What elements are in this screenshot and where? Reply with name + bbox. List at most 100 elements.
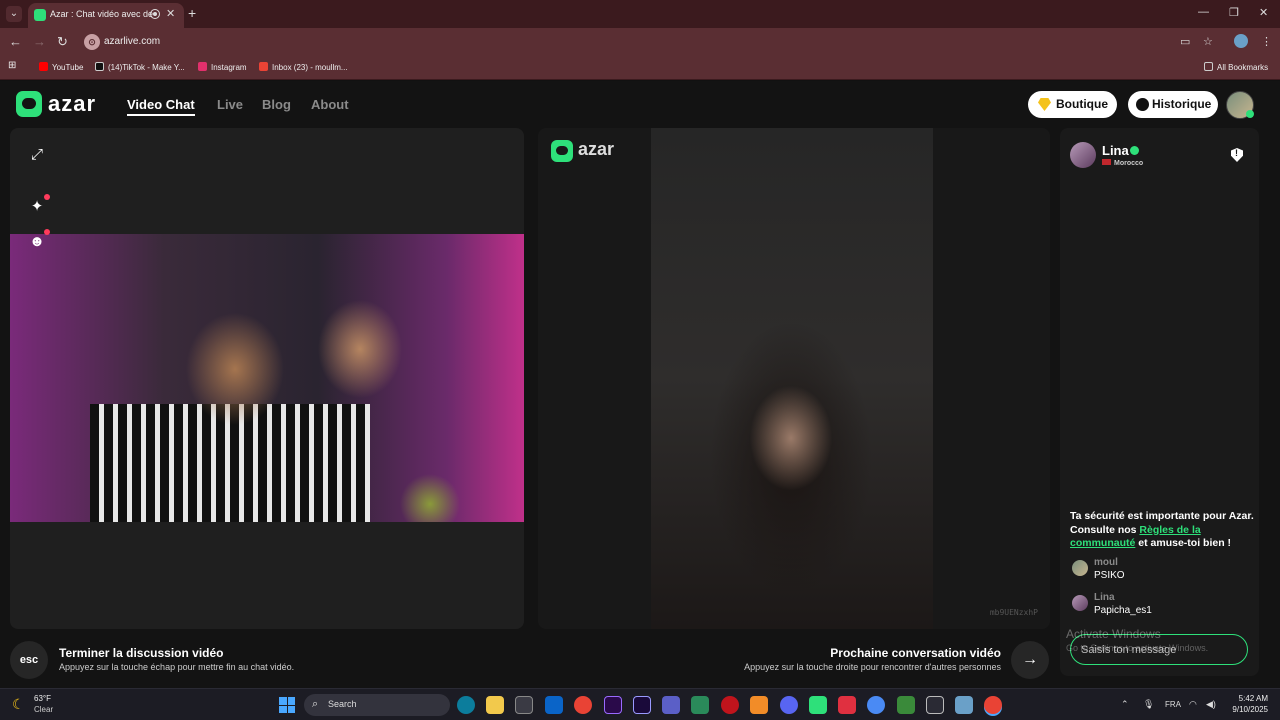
bookmark-star-icon[interactable]: ☆ [1203,35,1213,48]
azar-logo-icon[interactable] [16,91,42,117]
reload-icon[interactable]: ↻ [57,34,68,50]
opera-icon[interactable] [721,696,739,714]
bookmark-instagram[interactable]: Instagram [198,62,247,72]
url-text[interactable]: azarlive.com [104,36,160,47]
end-chat-hint: Appuyez sur la touche échap pour mettre … [59,662,295,672]
chrome-icon[interactable] [574,696,592,714]
maximize-icon[interactable]: ❐ [1229,6,1239,19]
safety-notice: Ta sécurité est importante pour Azar. Co… [1070,510,1254,549]
opera-gx-icon[interactable] [838,696,856,714]
boutique-button[interactable]: Boutique [1028,91,1117,118]
message-author: moul [1094,557,1118,568]
window-icon[interactable] [955,696,973,714]
play-icon[interactable] [897,696,915,714]
windows-taskbar: ☾ 63°F Clear ⌕ Search ⌃ 🎙 FRA ◠ ◀) 5:42 … [0,688,1280,720]
after-effects-icon[interactable] [633,696,651,714]
minimize-icon[interactable]: — [1198,6,1209,18]
weather-temperature[interactable]: 63°F [34,694,51,703]
chat-message: moul PSIKO [1070,557,1250,587]
bookmark-tiktok[interactable]: (14)TikTok - Make Y... [95,62,185,72]
cast-icon[interactable]: ▭ [1180,35,1190,48]
morocco-flag-icon [1102,159,1111,165]
windows-start-icon[interactable] [279,697,295,713]
browser-profile-icon[interactable] [1234,34,1248,48]
microphone-icon[interactable]: 🎙 [1143,699,1154,710]
apps-grid-icon[interactable]: ⊞ [8,60,16,71]
remote-video-panel: azar mb9UENzxhP [538,128,1050,629]
teams-icon[interactable] [662,696,680,714]
azar-logo-text[interactable]: azar [48,91,96,117]
chat-message: Lina Papicha_es1 [1070,592,1250,622]
back-icon[interactable]: ← [9,34,22,49]
session-code: mb9UENzxhP [989,608,1038,617]
taskbar-search[interactable]: ⌕ Search [304,694,450,716]
chat-panel: Lina Morocco Ta sécurité est importante … [1060,128,1259,676]
filter-notification-dot [44,229,50,235]
end-chat-button[interactable]: esc [10,641,48,679]
verified-badge-icon [1130,146,1139,155]
outlook-icon[interactable] [545,696,563,714]
self-camera-feed [10,234,524,522]
browser-tab-strip: ⌄ Azar : Chat vidéo avec de n ✕ + — ❐ ✕ [0,0,1280,28]
instagram-icon [198,62,207,71]
tray-chevron-icon[interactable]: ⌃ [1121,699,1129,710]
message-avatar [1072,560,1088,576]
edge-icon[interactable] [457,696,475,714]
clock-time[interactable]: 5:42 AM [1238,694,1268,703]
forward-icon[interactable]: → [33,34,46,49]
user-avatar[interactable] [1226,91,1254,119]
clock-date[interactable]: 9/10/2025 [1226,705,1268,714]
site-info-icon[interactable]: ⊙ [84,34,100,50]
new-tab-icon[interactable]: + [188,5,196,21]
azar-watermark-icon [551,140,573,162]
historique-button[interactable]: Historique [1128,91,1218,118]
chrome-active-icon[interactable] [984,696,1002,714]
nav-blog[interactable]: Blog [262,97,291,112]
remote-camera-feed [651,128,933,629]
tab-close-icon[interactable]: ✕ [166,7,175,20]
clock-icon [1136,98,1149,111]
message-text: PSIKO [1094,570,1125,581]
menu-kebab-icon[interactable]: ⋮ [1261,35,1272,48]
gem-icon [1038,98,1051,111]
nav-live[interactable]: Live [217,97,243,112]
azar-page: azar Video Chat Live Blog About Boutique… [0,81,1280,688]
end-chat-title: Terminer la discussion vidéo [59,646,224,660]
bookmark-youtube[interactable]: YouTube [39,62,83,72]
next-chat-title: Prochaine conversation vidéo [830,646,1001,660]
self-video-panel: ⤢ ✦ ☻ [10,128,524,629]
store-icon[interactable] [515,696,533,714]
wifi-icon[interactable]: ◠ [1189,699,1197,710]
partner-avatar[interactable] [1070,142,1096,168]
nav-about[interactable]: About [311,97,349,112]
report-shield-icon[interactable] [1231,148,1243,162]
browser-tab[interactable]: Azar : Chat vidéo avec de n ✕ [28,3,184,28]
search-icon: ⌕ [312,698,319,710]
moon-weather-icon[interactable]: ☾ [12,696,25,713]
all-bookmarks[interactable]: All Bookmarks [1204,62,1268,72]
azar-app-icon[interactable] [809,696,827,714]
premiere-icon[interactable] [604,696,622,714]
window-close-icon[interactable]: ✕ [1259,6,1268,19]
file-explorer-icon[interactable] [486,696,504,714]
app-icon[interactable] [691,696,709,714]
next-chat-button[interactable]: → [1011,641,1049,679]
folder-icon [1204,62,1213,71]
arrow-right-icon: → [1022,651,1038,668]
capcut-icon[interactable] [926,696,944,714]
next-chat-hint: Appuyez sur la touche droite pour rencon… [744,662,1001,672]
azar-watermark-text: azar [578,139,615,159]
address-bar[interactable]: ⊙ azarlive.com [80,31,1230,53]
tab-search-button[interactable]: ⌄ [6,6,22,22]
language-indicator[interactable]: FRA [1165,700,1181,709]
weather-description[interactable]: Clear [34,705,53,714]
nav-video-chat[interactable]: Video Chat [127,97,195,112]
youtube-icon [39,62,48,71]
discord-icon[interactable] [780,696,798,714]
vlc-icon[interactable] [750,696,768,714]
bookmark-gmail[interactable]: Inbox (23) - moullm... [259,62,348,72]
chat-message-input[interactable] [1070,634,1248,665]
chrome-alt-icon[interactable] [867,696,885,714]
volume-icon[interactable]: ◀) [1206,699,1216,710]
expand-icon[interactable]: ⤢ [24,142,50,168]
